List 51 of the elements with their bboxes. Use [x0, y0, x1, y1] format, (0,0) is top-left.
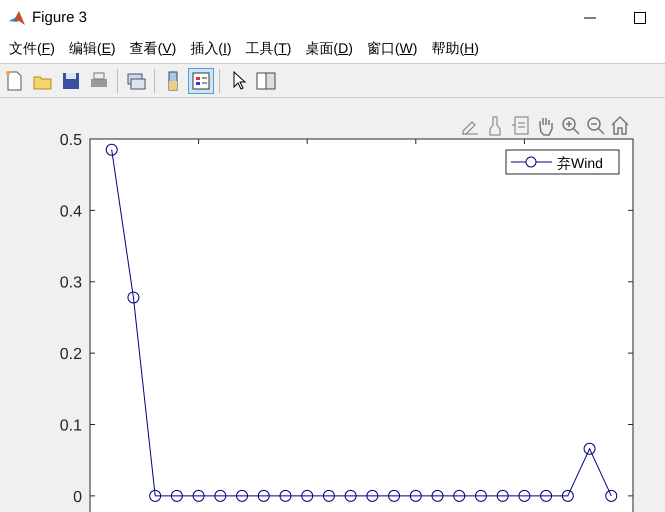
data-marker [518, 490, 530, 502]
y-tick-label: 0.2 [60, 346, 82, 364]
data-marker [127, 291, 140, 304]
menu-item[interactable]: 查看(V) [122, 40, 184, 58]
data-marker [279, 490, 292, 502]
data-marker [410, 490, 422, 502]
y-tick-label: 0.3 [60, 274, 82, 292]
window-title: Figure 3 [32, 9, 88, 26]
data-marker [388, 490, 400, 502]
data-marker [322, 490, 335, 502]
data-marker [214, 490, 226, 502]
data-marker [106, 144, 118, 156]
data-marker [605, 490, 618, 502]
app-logo-icon [8, 8, 26, 26]
menu-item[interactable]: 帮助(H) [424, 40, 486, 58]
home-icon[interactable] [611, 116, 629, 135]
data-marker [366, 490, 378, 502]
datatip-icon[interactable] [512, 116, 528, 134]
data-marker [149, 490, 162, 502]
maximize-icon [634, 12, 646, 24]
menu-item[interactable]: 编辑(E) [62, 40, 123, 58]
data-marker [474, 490, 487, 502]
zoom-out-icon[interactable] [587, 117, 605, 135]
data-marker [236, 490, 248, 502]
brush-icon[interactable] [490, 116, 500, 136]
legend-line-icon [510, 156, 552, 168]
data-marker [192, 490, 205, 502]
data-marker [453, 490, 466, 502]
data-marker [301, 490, 314, 502]
menu-item[interactable]: 桌面(D) [298, 40, 360, 58]
menu-item[interactable]: 工具(T) [238, 40, 298, 58]
data-marker [258, 490, 270, 502]
menu-item[interactable]: 窗口(W) [360, 40, 424, 58]
y-tick-label: 0 [73, 488, 82, 506]
zoom-in-icon[interactable] [562, 117, 580, 135]
legend-icon[interactable] [188, 68, 214, 94]
data-marker [344, 490, 357, 502]
pencil-icon[interactable] [462, 121, 478, 134]
menu-item[interactable]: 文件(F) [2, 40, 62, 58]
data-marker [496, 490, 509, 502]
data-marker [584, 442, 596, 455]
menu-item[interactable]: 插入(I) [183, 40, 239, 58]
data-marker [170, 490, 183, 502]
y-tick-label: 0.5 [60, 132, 82, 149]
hand-icon[interactable] [539, 117, 553, 136]
data-marker [540, 490, 552, 502]
y-tick-label: 0.4 [60, 203, 82, 220]
data-marker [432, 490, 444, 502]
data-marker [562, 490, 574, 502]
y-tick-label: 0.1 [60, 418, 82, 434]
legend-label: 弃Wind [557, 155, 603, 171]
